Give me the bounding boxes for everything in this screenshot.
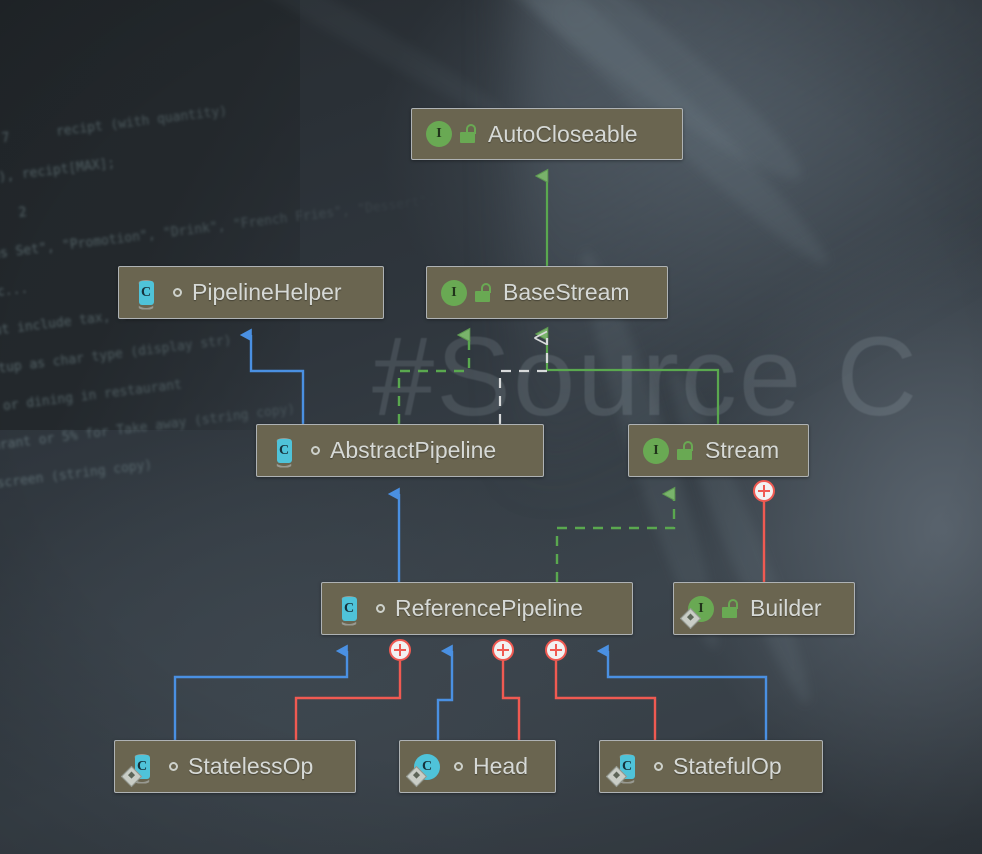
node-label: PipelineHelper bbox=[192, 279, 342, 305]
abstract-class-icon: C bbox=[269, 436, 299, 468]
node-label: Builder bbox=[750, 595, 822, 621]
node-pipelinehelper[interactable]: C PipelineHelper bbox=[118, 266, 384, 319]
class-icon: C bbox=[405, 752, 442, 787]
unlock-icon bbox=[720, 598, 740, 619]
node-builder[interactable]: I Builder bbox=[673, 582, 855, 635]
abstract-class-icon: C bbox=[605, 752, 642, 787]
interface-icon: I bbox=[641, 436, 671, 466]
node-label: AutoCloseable bbox=[488, 120, 638, 147]
node-statelessop[interactable]: C StatelessOp bbox=[114, 740, 356, 793]
diagram-canvas[interactable]: 6 7 recipt (with quantity)50, 1.00), rec… bbox=[0, 0, 982, 854]
containment-marker-builder[interactable] bbox=[753, 480, 775, 502]
containment-marker-head[interactable] bbox=[492, 639, 514, 661]
node-label: AbstractPipeline bbox=[330, 437, 497, 463]
node-autocloseable[interactable]: I AutoCloseable bbox=[411, 108, 683, 160]
node-label: Stream bbox=[705, 437, 780, 463]
circle-dot-icon bbox=[311, 446, 320, 455]
containment-marker-statelessop[interactable] bbox=[389, 639, 411, 661]
circle-dot-icon bbox=[376, 604, 385, 613]
abstract-class-icon: C bbox=[120, 752, 157, 787]
interface-icon: I bbox=[439, 278, 469, 308]
unlock-icon bbox=[458, 124, 478, 144]
node-label: StatelessOp bbox=[188, 753, 314, 779]
circle-dot-icon bbox=[454, 762, 463, 771]
circle-dot-icon bbox=[173, 288, 182, 297]
node-stream[interactable]: I Stream bbox=[628, 424, 809, 477]
circle-dot-icon bbox=[169, 762, 178, 771]
node-head[interactable]: C Head bbox=[399, 740, 556, 793]
node-basestream[interactable]: I BaseStream bbox=[426, 266, 668, 319]
node-statefulop[interactable]: C StatefulOp bbox=[599, 740, 823, 793]
node-label: Head bbox=[473, 753, 528, 779]
node-label: ReferencePipeline bbox=[395, 595, 583, 621]
unlock-icon bbox=[473, 282, 493, 303]
containment-marker-statefulop[interactable] bbox=[545, 639, 567, 661]
abstract-class-icon: C bbox=[131, 278, 161, 310]
abstract-class-icon: C bbox=[334, 594, 364, 626]
node-abstractpipeline[interactable]: C AbstractPipeline bbox=[256, 424, 544, 477]
node-label: StatefulOp bbox=[673, 753, 782, 779]
circle-dot-icon bbox=[654, 762, 663, 771]
unlock-icon bbox=[675, 440, 695, 461]
node-referencepipeline[interactable]: C ReferencePipeline bbox=[321, 582, 633, 635]
interface-icon: I bbox=[424, 119, 454, 149]
node-label: BaseStream bbox=[503, 279, 630, 305]
interface-icon: I bbox=[679, 594, 716, 629]
